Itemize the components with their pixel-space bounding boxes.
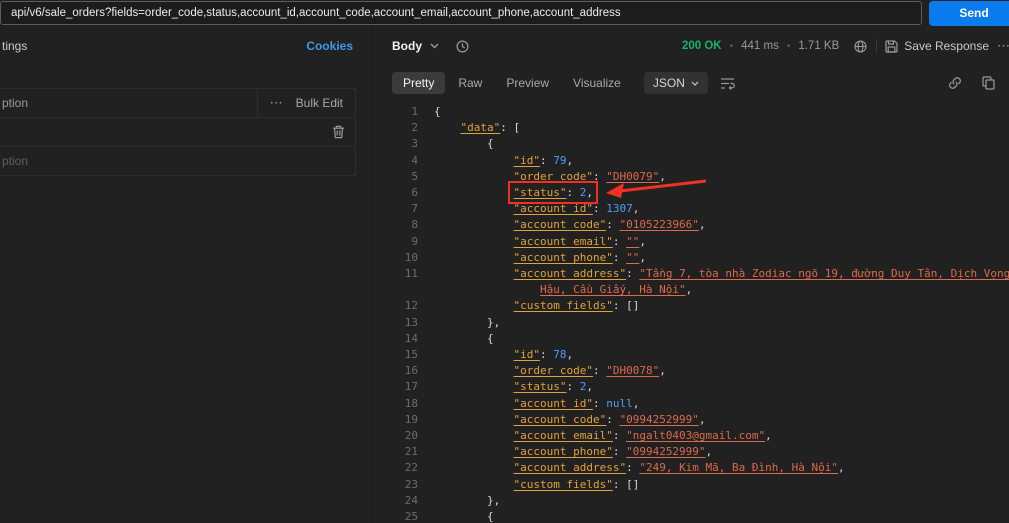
tab-settings-partial[interactable]: tings: [2, 39, 27, 53]
tab-visualize[interactable]: Visualize: [562, 72, 632, 94]
save-response-label: Save Response: [904, 39, 989, 53]
description-column-header: ption: [2, 96, 28, 110]
code-line: 19 "account_code": "0994252999",: [392, 412, 1009, 428]
network-info-button[interactable]: [853, 39, 868, 54]
more-options-icon: ⋯: [997, 38, 1009, 54]
code-line: 16 "order_code": "DH0078",: [392, 363, 1009, 379]
copy-response-button[interactable]: [982, 76, 995, 90]
copy-icon: [982, 76, 995, 90]
send-button[interactable]: Send: [929, 1, 1009, 26]
code-line: 1{: [392, 104, 1009, 120]
param-row[interactable]: [0, 118, 355, 147]
delete-row-button[interactable]: [332, 125, 345, 139]
code-line: 7 "account_id": 1307,: [392, 201, 1009, 217]
code-line: 11 "account_address": "Tầng 7, tòa nhà Z…: [392, 266, 1009, 298]
code-line: 3 {: [392, 136, 1009, 152]
code-line: 20 "account_email": "ngalt0403@gmail.com…: [392, 428, 1009, 444]
divider: [876, 39, 877, 53]
request-tabs-row: tings Cookies: [0, 26, 371, 66]
trash-icon: [332, 125, 345, 139]
code-line: 17 "status": 2,: [392, 379, 1009, 395]
code-line: 4 "id": 79,: [392, 153, 1009, 169]
bulk-edit-button[interactable]: Bulk Edit: [296, 96, 343, 110]
code-line: 21 "account_phone": "0994252999",: [392, 444, 1009, 460]
globe-icon: [853, 39, 868, 54]
code-line: 6 "status": 2,: [392, 185, 1009, 201]
separator-dot: •: [730, 41, 734, 52]
chevron-down-icon: [430, 43, 439, 49]
code-line: 8 "account_code": "0105223966",: [392, 217, 1009, 233]
table-menu-icon[interactable]: ⋯: [270, 95, 284, 111]
response-header: Body 200 OK • 441 ms • 1.71 KB: [392, 26, 1009, 66]
format-select-value: JSON: [653, 76, 685, 90]
code-line: 10 "account_phone": "",: [392, 250, 1009, 266]
description-placeholder: ption: [2, 154, 28, 168]
save-response-button[interactable]: Save Response: [885, 39, 989, 53]
request-pane: tings Cookies ption ⋯ Bulk Edit ption: [0, 26, 372, 523]
response-time[interactable]: 441 ms: [741, 40, 779, 52]
response-body-tab[interactable]: Body: [392, 39, 422, 53]
status-badge[interactable]: 200 OK: [682, 40, 722, 52]
history-clock-icon: [455, 39, 470, 54]
separator-dot: •: [787, 41, 791, 52]
params-table-header: ption ⋯ Bulk Edit: [0, 89, 355, 118]
code-line: 24 },: [392, 493, 1009, 509]
params-table: ption ⋯ Bulk Edit ption: [0, 88, 356, 176]
response-status-bar: 200 OK • 441 ms • 1.71 KB Save Response: [682, 38, 997, 54]
url-input[interactable]: [0, 1, 922, 25]
code-line: 5 "order_code": "DH0079",: [392, 169, 1009, 185]
wrap-text-icon: [720, 77, 735, 90]
response-view-toolbar: Pretty Raw Preview Visualize JSON: [392, 68, 1009, 98]
cookies-link[interactable]: Cookies: [306, 39, 353, 53]
code-line: 13 },: [392, 315, 1009, 331]
param-row-empty[interactable]: ption: [0, 147, 355, 176]
code-line: 22 "account_address": "249, Kim Mã, Ba Đ…: [392, 460, 1009, 476]
response-body-viewer[interactable]: 1{2 "data": [3 {4 "id": 79,5 "order_code…: [392, 104, 1009, 523]
response-history-button[interactable]: [455, 39, 470, 54]
format-select[interactable]: JSON: [644, 72, 708, 94]
code-line: 14 {: [392, 331, 1009, 347]
annotation-red-box: "status": 2,: [513, 186, 592, 199]
request-url-bar: Send: [0, 0, 1009, 26]
code-lines: 1{2 "data": [3 {4 "id": 79,5 "order_code…: [392, 104, 1009, 523]
copy-link-button[interactable]: [948, 76, 962, 90]
code-line: 9 "account_email": "",: [392, 234, 1009, 250]
response-more-button[interactable]: ⋯: [997, 38, 1009, 54]
tab-raw[interactable]: Raw: [447, 72, 493, 94]
tab-pretty[interactable]: Pretty: [392, 72, 445, 94]
code-line: 2 "data": [: [392, 120, 1009, 136]
chevron-down-icon: [691, 81, 699, 86]
code-line: 12 "custom_fields": []: [392, 298, 1009, 314]
code-line: 15 "id": 78,: [392, 347, 1009, 363]
link-icon: [948, 76, 962, 90]
code-line: 18 "account_id": null,: [392, 396, 1009, 412]
response-pane: Body 200 OK • 441 ms • 1.71 KB: [372, 26, 1009, 523]
code-line: 23 "custom_fields": []: [392, 477, 1009, 493]
code-line: 25 {: [392, 509, 1009, 523]
tab-preview[interactable]: Preview: [495, 72, 560, 94]
response-size[interactable]: 1.71 KB: [798, 40, 839, 52]
postman-window: { "topbar": { "url": "api/v6/sale_orders…: [0, 0, 1009, 523]
save-icon: [885, 40, 898, 53]
wrap-text-button[interactable]: [720, 77, 735, 90]
main-split: tings Cookies ption ⋯ Bulk Edit ption: [0, 26, 1009, 523]
